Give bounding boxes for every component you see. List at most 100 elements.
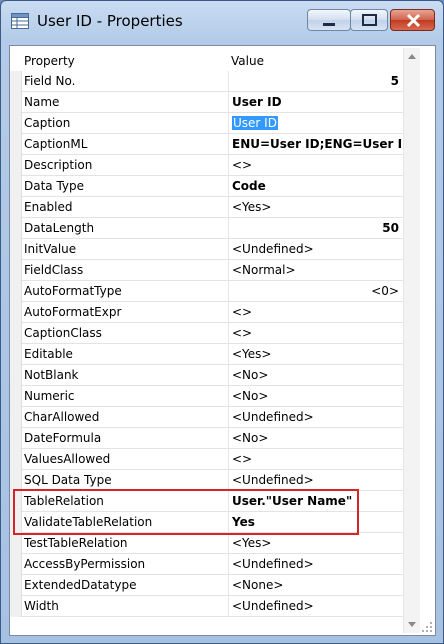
property-row[interactable]: NotBlank <No>	[10, 365, 403, 386]
property-row[interactable]: Data Type Code	[10, 176, 403, 197]
row-marker[interactable]	[10, 449, 22, 470]
property-value[interactable]: <None>	[232, 578, 283, 592]
row-marker[interactable]	[10, 428, 22, 449]
column-divider	[228, 71, 229, 92]
property-row[interactable]: Numeric <No>	[10, 386, 403, 407]
scroll-down-icon[interactable]	[408, 622, 416, 627]
row-marker[interactable]	[10, 344, 22, 365]
property-value[interactable]: Code	[232, 179, 266, 193]
property-name: AutoFormatExpr	[24, 305, 122, 319]
property-value[interactable]: 5	[391, 74, 399, 88]
property-row[interactable]: AccessByPermission <Undefined>	[10, 554, 403, 575]
resize-grip-icon[interactable]	[421, 621, 433, 633]
column-divider	[228, 407, 229, 428]
column-divider	[228, 218, 229, 239]
property-value[interactable]: <>	[232, 305, 252, 319]
row-marker[interactable]	[10, 71, 22, 92]
property-row[interactable]: Field No. 5	[10, 71, 403, 92]
scroll-up-icon[interactable]	[408, 54, 416, 59]
property-value[interactable]: <Yes>	[232, 536, 271, 550]
row-divider	[22, 616, 403, 617]
property-row[interactable]: Caption User ID	[10, 113, 403, 134]
property-value[interactable]: <>	[232, 158, 252, 172]
vertical-scrollbar[interactable]	[403, 48, 420, 633]
property-value[interactable]: <Undefined>	[232, 473, 314, 487]
property-value[interactable]: <Normal>	[232, 263, 296, 277]
property-value[interactable]: <Undefined>	[232, 557, 314, 571]
property-row[interactable]: Name User ID	[10, 92, 403, 113]
row-marker[interactable]	[10, 533, 22, 554]
column-divider	[228, 281, 229, 302]
property-value[interactable]: <No>	[232, 389, 268, 403]
maximize-button[interactable]	[350, 9, 388, 31]
property-row[interactable]: AutoFormatType <0>	[10, 281, 403, 302]
row-marker[interactable]	[10, 218, 22, 239]
row-marker[interactable]	[10, 302, 22, 323]
row-marker[interactable]	[10, 92, 22, 113]
property-value[interactable]: 50	[382, 221, 399, 235]
row-marker[interactable]	[10, 554, 22, 575]
row-marker[interactable]	[10, 365, 22, 386]
row-marker[interactable]	[10, 470, 22, 491]
property-name: TestTableRelation	[24, 536, 128, 550]
property-row[interactable]: CaptionML ENU=User ID;ENG=User ID	[10, 134, 412, 155]
row-marker[interactable]	[10, 596, 22, 617]
property-value[interactable]: <0>	[371, 284, 399, 298]
row-marker[interactable]	[10, 281, 22, 302]
property-name: Name	[24, 95, 60, 109]
property-name: AccessByPermission	[24, 557, 146, 571]
column-divider	[228, 302, 229, 323]
property-value[interactable]: <Undefined>	[232, 599, 314, 613]
property-value[interactable]: <Yes>	[232, 347, 271, 361]
row-marker[interactable]	[10, 239, 22, 260]
property-row[interactable]: Editable <Yes>	[10, 344, 403, 365]
property-row[interactable]: AutoFormatExpr <>	[10, 302, 403, 323]
row-marker[interactable]	[10, 197, 22, 218]
row-marker[interactable]	[10, 176, 22, 197]
row-marker[interactable]	[10, 386, 22, 407]
property-value[interactable]: ENU=User ID;ENG=User ID	[232, 137, 412, 151]
row-marker[interactable]	[10, 407, 22, 428]
property-row[interactable]: Enabled <Yes>	[10, 197, 403, 218]
property-row[interactable]: CharAllowed <Undefined>	[10, 407, 403, 428]
property-value[interactable]: User ID	[232, 95, 282, 109]
property-row[interactable]: SQL Data Type <Undefined>	[10, 470, 403, 491]
property-row[interactable]: DateFormula <No>	[10, 428, 403, 449]
property-column-header[interactable]: Property	[24, 54, 75, 68]
property-row[interactable]: ExtendedDatatype <None>	[10, 575, 403, 596]
property-value[interactable]: <>	[232, 452, 252, 466]
property-row[interactable]: Width <Undefined>	[10, 596, 403, 617]
close-button[interactable]	[390, 9, 435, 31]
property-row[interactable]: TestTableRelation <Yes>	[10, 533, 403, 554]
property-row[interactable]: DataLength 50	[10, 218, 403, 239]
property-value[interactable]: <No>	[232, 368, 268, 382]
property-value[interactable]: <No>	[232, 431, 268, 445]
column-divider	[228, 365, 229, 386]
row-marker[interactable]	[10, 113, 22, 134]
property-row[interactable]: FieldClass <Normal>	[10, 260, 403, 281]
property-row[interactable]: ValuesAllowed <>	[10, 449, 403, 470]
row-marker[interactable]	[10, 155, 22, 176]
property-value[interactable]: <>	[232, 326, 252, 340]
property-row[interactable]: Description <>	[10, 155, 403, 176]
row-marker[interactable]	[10, 134, 22, 155]
property-value[interactable]: <Undefined>	[232, 410, 314, 424]
selected-value-text[interactable]: User ID	[232, 116, 278, 130]
property-name: Caption	[24, 116, 71, 130]
value-column-header[interactable]: Value	[231, 54, 264, 68]
property-row[interactable]: InitValue <Undefined>	[10, 239, 403, 260]
row-marker[interactable]	[10, 575, 22, 596]
property-name: SQL Data Type	[24, 473, 112, 487]
property-row[interactable]: CaptionClass <>	[10, 323, 403, 344]
property-name: Field No.	[24, 74, 76, 88]
property-value[interactable]: <Undefined>	[232, 242, 314, 256]
property-name: DataLength	[24, 221, 95, 235]
minimize-button[interactable]	[307, 9, 351, 31]
title-bar[interactable]: User ID - Properties	[1, 1, 443, 45]
row-marker[interactable]	[10, 260, 22, 281]
property-value[interactable]: <Yes>	[232, 200, 271, 214]
property-value[interactable]: User ID	[232, 116, 278, 130]
value-text: <Yes>	[232, 347, 272, 361]
row-marker[interactable]	[10, 323, 22, 344]
column-divider	[228, 323, 229, 344]
